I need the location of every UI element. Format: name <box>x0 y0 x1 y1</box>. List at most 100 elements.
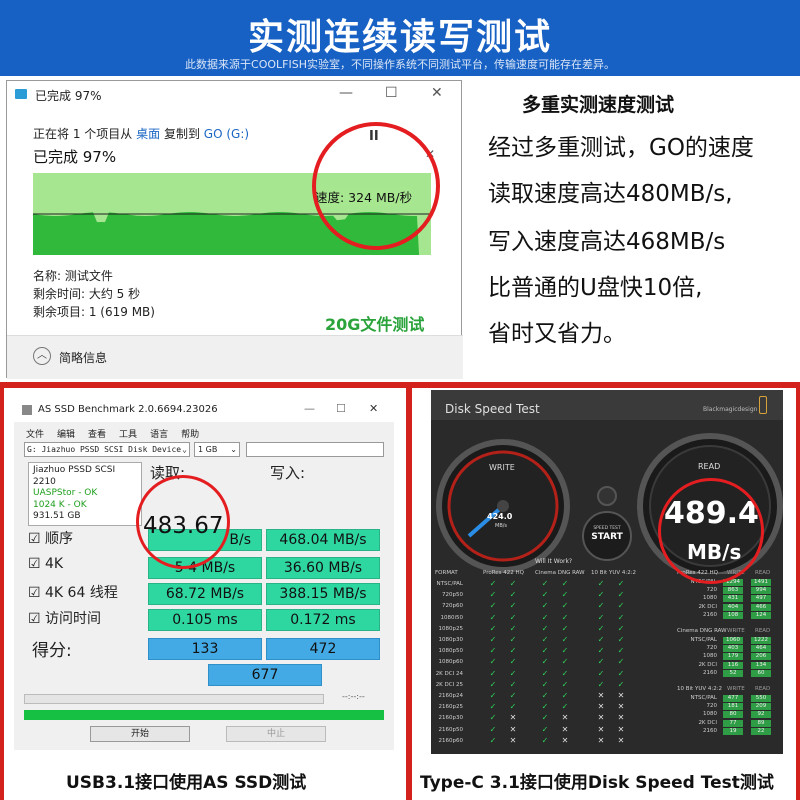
format-label: 1080i50 <box>440 614 463 621</box>
check-icon: ✓ <box>489 668 497 678</box>
highlight-circle <box>312 122 440 250</box>
check-icon: ✓ <box>561 668 569 678</box>
fast-read-value: 1222 <box>751 637 771 644</box>
will-it-work: Will It Work? <box>535 558 573 565</box>
menu-language[interactable]: 语言 <box>150 427 168 440</box>
menu-file[interactable]: 文件 <box>26 427 44 440</box>
check-icon: ✓ <box>489 612 497 622</box>
fast-row-label: 2160 <box>703 669 717 676</box>
check-icon: ✓ <box>509 668 517 678</box>
menu-help[interactable]: 帮助 <box>181 427 199 440</box>
check-icon: ✓ <box>489 702 497 712</box>
access-write-cell: 0.172 ms <box>266 609 380 631</box>
collapse-button[interactable]: 简略信息 <box>59 349 107 366</box>
menu-view[interactable]: 查看 <box>88 427 106 440</box>
fast-read-value: 466 <box>751 603 771 611</box>
close-button[interactable]: ✕ <box>369 402 378 415</box>
format-label: 720p60 <box>442 603 463 610</box>
minimize-button[interactable]: — <box>339 85 353 101</box>
write-label: WRITE <box>489 463 515 472</box>
dst-table: FORMAT ProRes 422 HQ Cinema DNG RAW 10 Bit … <box>431 568 783 754</box>
fast-row-label: NTSC/PAL <box>690 695 717 701</box>
right-line-1: 经过多重测试，GO的速度 <box>488 135 754 161</box>
fast-read-value: 22 <box>751 727 771 735</box>
fast-write-value: 404 <box>723 603 743 611</box>
device-select[interactable]: G: Jiazhuo PSSD SCSI Disk Device ⌄ <box>24 442 190 457</box>
row-4k64-label: ☑ 4K 64 线程 <box>28 585 118 601</box>
format-label: 1080p50 <box>438 648 464 655</box>
minimize-button[interactable]: — <box>304 402 315 415</box>
check-icon: ✓ <box>561 691 569 700</box>
check-icon: ✓ <box>541 635 549 644</box>
divider-middle <box>406 382 412 800</box>
as-ssd-window: AS SSD Benchmark 2.0.6694.23026 — ☐ ✕ 文件… <box>14 398 394 750</box>
chevron-up-icon[interactable]: ︿ <box>33 347 51 365</box>
fast-read-value: 92 <box>751 711 771 719</box>
fast-col-write: WRITE <box>727 686 745 692</box>
source-link[interactable]: 桌面 <box>136 127 160 141</box>
size-select[interactable]: 1 GB ⌄ <box>194 442 240 457</box>
check-icon: ✓ <box>561 579 569 588</box>
check-icon: ✓ <box>509 635 517 644</box>
start-button[interactable]: 开始 <box>90 726 190 742</box>
fast-row-label: 720 <box>706 645 718 652</box>
drive-fw: 2210 <box>33 476 56 487</box>
menu-edit[interactable]: 编辑 <box>57 427 75 440</box>
score-total: 677 <box>208 664 322 686</box>
menu-tools[interactable]: 工具 <box>119 427 137 440</box>
path-field[interactable] <box>246 442 384 457</box>
as-ssd-title: AS SSD Benchmark 2.0.6694.23026 <box>38 404 218 415</box>
check-icon: ✓ <box>509 601 517 611</box>
start-button[interactable]: START <box>587 532 627 542</box>
fast-write-value: 403 <box>723 645 743 653</box>
check-icon: ✓ <box>617 601 625 611</box>
col-header: Cinema DNG RAW <box>535 570 585 576</box>
format-label: 720p50 <box>442 592 463 599</box>
check-icon: ✓ <box>597 679 605 689</box>
4k-write-cell: 36.60 MB/s <box>266 557 380 579</box>
close-button[interactable]: ✕ <box>431 85 443 101</box>
check-icon: ✓ <box>489 590 497 600</box>
check-icon: ✓ <box>489 691 497 700</box>
dest-link[interactable]: GO (G:) <box>204 127 249 141</box>
format-label: 1080p30 <box>438 637 464 643</box>
check-icon: ✓ <box>617 668 625 678</box>
fast-row-label: NTSC/PAL <box>690 637 717 643</box>
fast-write-value: 52 <box>723 669 743 677</box>
divider-top <box>0 382 800 388</box>
maximize-button[interactable]: ☐ <box>385 85 398 101</box>
fast-write-value: 431 <box>723 595 743 603</box>
fast-read-value: 464 <box>751 645 771 653</box>
cross-icon: ✕ <box>561 724 569 734</box>
check-icon: ✓ <box>617 612 625 622</box>
check-icon: ✓ <box>509 590 517 600</box>
write-header: 写入: <box>270 464 306 482</box>
format-label: 2K DCI 25 <box>435 681 463 688</box>
check-icon: ✓ <box>617 635 625 644</box>
check-icon: ✓ <box>561 657 569 667</box>
4k64-write-cell: 388.15 MB/s <box>266 583 380 605</box>
maximize-button[interactable]: ☐ <box>336 402 346 415</box>
row-seq-label: ☑ 顺序 <box>28 531 74 547</box>
check-icon: ✓ <box>597 579 605 588</box>
check-icon: ✓ <box>541 646 549 656</box>
check-icon: ✓ <box>489 579 497 588</box>
right-line-5: 省时又省力。 <box>488 321 626 347</box>
time-left: 剩余时间: 大约 5 秒 <box>33 287 141 301</box>
check-icon: ✓ <box>509 679 517 689</box>
fast-write-value: 179 <box>723 653 743 661</box>
check-icon: ✓ <box>489 724 497 734</box>
check-icon: ✓ <box>541 735 549 745</box>
stop-button[interactable]: 中止 <box>226 726 326 742</box>
check-icon: ✓ <box>509 657 517 667</box>
score-read: 133 <box>148 638 262 660</box>
fast-row-label: 2160 <box>703 727 717 734</box>
progress-label: 已完成 97% <box>33 148 117 166</box>
fast-read-value: 124 <box>751 611 771 619</box>
check-icon: ✓ <box>597 646 605 656</box>
progress-full <box>24 710 384 720</box>
drive-model: Jiazhuo PSSD SCSI <box>33 465 116 475</box>
check-icon: ✓ <box>489 735 497 745</box>
format-label: 1080p25 <box>438 625 464 632</box>
check-icon: ✓ <box>597 590 605 600</box>
